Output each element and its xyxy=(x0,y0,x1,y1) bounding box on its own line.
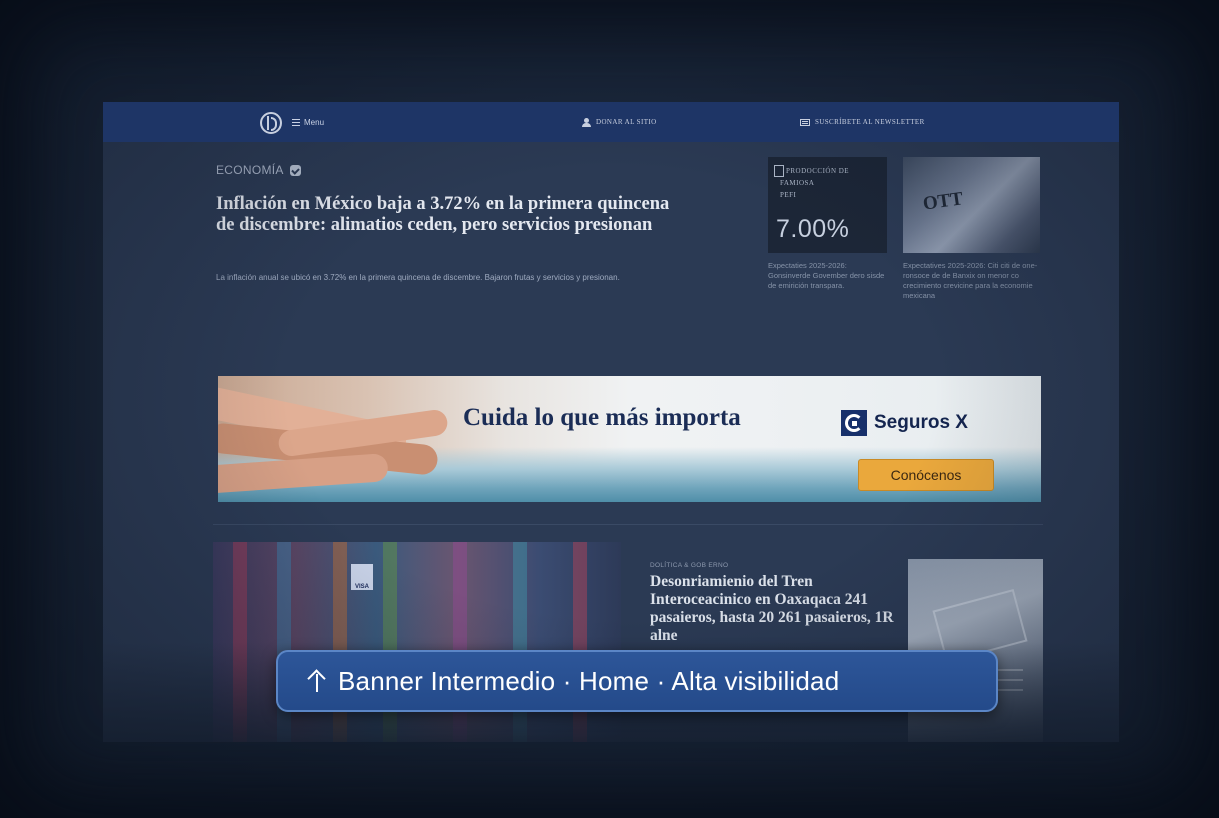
arrow-up-icon xyxy=(306,668,328,694)
lead-summary: La inflación anual se ubicó en 3.72% en … xyxy=(216,273,620,282)
rate-thumb-line: FAMIOSA xyxy=(780,179,815,187)
mail-icon xyxy=(800,118,810,126)
newsletter-link[interactable]: SUSCRÍBETE AL NEWSLETTER xyxy=(800,116,925,128)
user-icon xyxy=(582,117,591,127)
visa-card-icon: VISA xyxy=(351,564,373,590)
ad-headline: Cuida lo que más importa xyxy=(463,404,741,431)
side-card-text: Expectatives 2025-2026: Citi citi de one… xyxy=(903,261,1038,300)
callout-text: Banner Intermedio · Home · Alta visibili… xyxy=(338,665,840,696)
section-tag[interactable]: ECONOMÍA xyxy=(216,163,301,177)
shirt-thumbnail: OTT xyxy=(903,157,1040,253)
menu-button[interactable]: Menu xyxy=(292,115,324,129)
doc-icon xyxy=(774,165,784,177)
rate-thumb-line: PEFI xyxy=(780,191,797,199)
brand-name: Seguros X xyxy=(874,412,968,433)
section-divider xyxy=(213,524,1043,525)
ad-banner[interactable]: Cuida lo que más importa Seguros X Conóc… xyxy=(218,376,1041,502)
menu-label: Menu xyxy=(304,117,325,127)
site-header: Menu DONAR AL SITIO SUSCRÍBETE AL NEWSLE… xyxy=(103,102,1119,142)
ad-cta-button[interactable]: Conócenos xyxy=(858,459,994,491)
site-logo[interactable] xyxy=(260,112,282,134)
side-card-text: Expectaties 2025-2026: Gonsinverde Govem… xyxy=(768,261,885,290)
check-icon xyxy=(289,164,301,176)
rate-thumb-line: PRODOCCIÓN DE xyxy=(786,167,850,175)
rate-value: 7.00% xyxy=(776,215,850,243)
brand-logo-icon xyxy=(841,410,867,436)
donate-label: DONAR AL SITIO xyxy=(596,118,657,126)
hands-image xyxy=(218,376,478,502)
ad-brand: Seguros X xyxy=(841,410,968,436)
story-headline[interactable]: Desonriamienio del Tren Interoceacinico … xyxy=(650,573,900,645)
rate-thumbnail: PRODOCCIÓN DE FAMIOSA PEFI 7.00% xyxy=(768,157,887,253)
website-mockup: Menu DONAR AL SITIO SUSCRÍBETE AL NEWSLE… xyxy=(103,102,1119,742)
donate-link[interactable]: DONAR AL SITIO xyxy=(582,116,657,128)
shirt-logo-text: OTT xyxy=(921,188,965,215)
side-card-rate[interactable]: PRODOCCIÓN DE FAMIOSA PEFI 7.00% Expecta… xyxy=(768,157,887,291)
story-kicker[interactable]: DOLÍTICA & GOB ERNO xyxy=(650,562,728,569)
section-label: ECONOMÍA xyxy=(216,163,284,177)
newsletter-label: SUSCRÍBETE AL NEWSLETTER xyxy=(815,118,925,126)
side-card-citi[interactable]: OTT Expectatives 2025-2026: Citi citi de… xyxy=(903,157,1040,301)
hamburger-icon xyxy=(292,118,300,126)
placement-callout: Banner Intermedio · Home · Alta visibili… xyxy=(276,650,998,712)
lead-headline[interactable]: Inflación en México baja a 3.72% en la p… xyxy=(216,194,686,236)
